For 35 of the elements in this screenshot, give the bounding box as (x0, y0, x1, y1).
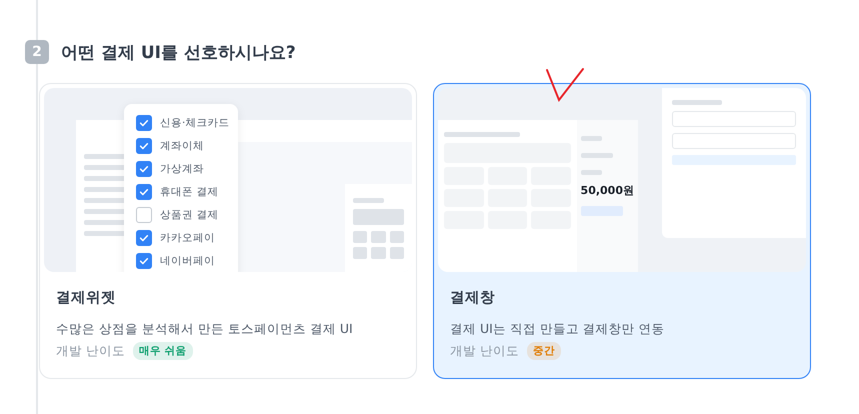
method-label: 신용·체크카드 (160, 116, 230, 130)
checkbox[interactable] (136, 115, 152, 131)
checkbox[interactable] (136, 253, 152, 269)
difficulty-label: 개발 난이도 (450, 342, 519, 360)
option-title: 결제창 (450, 289, 496, 307)
button-placeholder (580, 206, 624, 216)
amount-text: 50,000원 (580, 183, 634, 198)
method-label: 휴대폰 결제 (160, 185, 218, 199)
step-number: 2 (25, 40, 49, 64)
option-card[interactable]: 50,000원 결제창 결제 UI는 직접 만들고 결제창만 연동 개발 난이도 중간 (433, 83, 811, 379)
checkbox[interactable] (136, 161, 152, 177)
method-label: 네이버페이 (160, 254, 215, 268)
question-title: 어떤 결제 UI를 선호하시나요? (61, 42, 296, 64)
method-label: 카카오페이 (160, 231, 215, 245)
method-label: 계좌이체 (160, 139, 204, 153)
checkbox[interactable] (136, 207, 152, 223)
difficulty-tag: 매우 쉬움 (132, 342, 193, 360)
checkmark-icon (138, 140, 150, 152)
checkmark-icon (138, 232, 150, 244)
option-card[interactable]: 신용·체크카드 계좌이체 가상계좌 휴대폰 결제 상품권 결제 카카오페이 네이버페이 결제위젯 수많은 상점을 분석해서 만든 토스페이먼츠 결제 UI 개발 난이도 매우 쉬움 (39, 83, 417, 379)
option-title: 결제위젯 (56, 289, 117, 307)
difficulty-tag: 중간 (526, 342, 561, 360)
checkbox[interactable] (136, 184, 152, 200)
difficulty-label: 개발 난이도 (56, 342, 125, 360)
checkmark-icon (138, 117, 150, 129)
checkbox[interactable] (136, 138, 152, 154)
check-mark-drawing (545, 67, 585, 103)
method-label: 상품권 결제 (160, 208, 218, 222)
method-label: 가상계좌 (160, 162, 204, 176)
option-description: 결제 UI는 직접 만들고 결제창만 연동 (450, 321, 666, 338)
checkmark-icon (138, 186, 150, 198)
option-description: 수많은 상점을 분석해서 만든 토스페이먼츠 결제 UI (56, 321, 354, 338)
checkmark-icon (138, 163, 150, 175)
checkmark-icon (138, 255, 150, 267)
checkbox[interactable] (136, 230, 152, 246)
